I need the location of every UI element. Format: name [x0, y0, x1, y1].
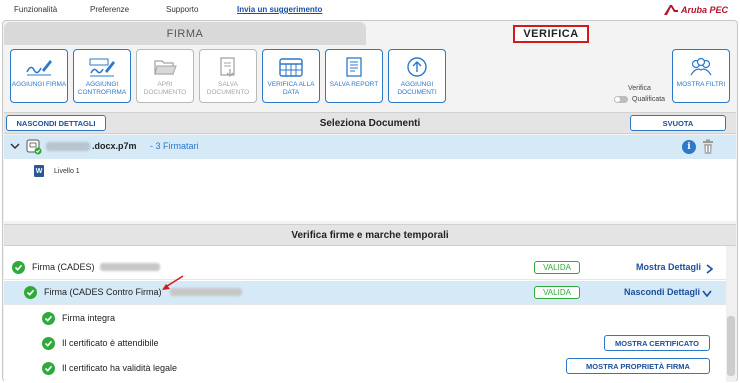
- verify-at-date-label: VERIFICA ALLA DATA: [267, 81, 315, 96]
- tab-firma[interactable]: FIRMA: [4, 22, 366, 45]
- toolbar: AGGIUNGI FIRMA AGGIUNGI CONTROFIRMA APRI…: [4, 45, 736, 111]
- users-filter-icon: [686, 55, 716, 79]
- aruba-logo-icon: [663, 5, 678, 15]
- menu-funzionalita[interactable]: Funzionalità: [14, 5, 57, 14]
- redacted-signer: [100, 263, 160, 271]
- show-signature-properties-button[interactable]: MOSTRA PROPRIETÀ FIRMA: [566, 358, 710, 374]
- level-label: Livello 1: [54, 167, 80, 175]
- signature-type-label: Firma (CADES): [32, 262, 95, 272]
- empty-button[interactable]: SVUOTA: [630, 115, 726, 131]
- chevron-right-icon[interactable]: [706, 264, 713, 274]
- add-signature-button[interactable]: AGGIUNGI FIRMA: [10, 49, 68, 103]
- chevron-down-icon[interactable]: [702, 290, 712, 297]
- menu-bar: Funzionalità Preferenze Supporto Invia u…: [0, 0, 740, 20]
- check-icon: [42, 312, 55, 325]
- check-label: Il certificato è attendibile: [62, 338, 159, 348]
- document-row[interactable]: .docx.p7m - 3 Firmatari i: [4, 135, 736, 159]
- add-signature-label: AGGIUNGI FIRMA: [11, 81, 67, 88]
- info-icon[interactable]: i: [682, 140, 696, 154]
- verifica-toggle[interactable]: Verifica Qualificata: [614, 85, 674, 107]
- check-label: Il certificato ha validità legale: [62, 363, 178, 373]
- verifica-switch[interactable]: [614, 96, 628, 103]
- select-documents-bar: Seleziona Documenti NASCONDI DETTAGLI SV…: [4, 112, 736, 134]
- hide-details-link[interactable]: Nascondi Dettagli: [624, 287, 700, 297]
- level-item[interactable]: W Livello 1: [34, 165, 80, 177]
- check-row-legal-validity: Il certificato ha validità legale MOSTRA…: [4, 357, 726, 381]
- verify-results: Firma (CADES) VALIDA Mostra Dettagli Fir…: [4, 246, 736, 382]
- menu-supporto[interactable]: Supporto: [166, 5, 198, 14]
- verifica-toggle-value: Qualificata: [632, 96, 666, 103]
- show-filters-label: MOSTRA FILTRI: [676, 81, 726, 88]
- upload-circle-icon: [402, 55, 432, 79]
- aruba-logo: Aruba PEC: [663, 3, 728, 17]
- save-report-label: SALVA REPORT: [329, 81, 379, 88]
- tab-firma-label: FIRMA: [166, 27, 204, 40]
- check-row-integrity: Firma integra: [4, 307, 726, 331]
- open-document-button[interactable]: APRI DOCUMENTO: [136, 49, 194, 103]
- add-documents-label: AGGIUNGI DOCUMENTI: [397, 81, 437, 96]
- add-countersignature-button[interactable]: AGGIUNGI CONTROFIRMA: [73, 49, 131, 103]
- check-icon: [42, 362, 55, 375]
- verify-signatures-bar: Verifica firme e marche temporali: [4, 224, 736, 246]
- check-icon: [42, 337, 55, 350]
- show-certificate-button[interactable]: MOSTRA CERTIFICATO: [604, 335, 710, 351]
- check-row-certificate-trusted: Il certificato è attendibile MOSTRA CERT…: [4, 332, 726, 356]
- save-document-icon: [213, 55, 243, 79]
- verify-at-date-button[interactable]: VERIFICA ALLA DATA: [262, 49, 320, 103]
- folder-open-icon: [150, 55, 180, 79]
- report-icon: [339, 55, 369, 79]
- save-document-button[interactable]: SALVA DOCUMENTO: [199, 49, 257, 103]
- suggestion-link[interactable]: Invia un suggerimento: [237, 5, 322, 14]
- signature-type-label: Firma (CADES Contro Firma): [44, 287, 162, 297]
- show-details-link[interactable]: Mostra Dettagli: [636, 262, 701, 272]
- add-documents-button[interactable]: AGGIUNGI DOCUMENTI: [388, 49, 446, 103]
- result-row-countersign[interactable]: Firma (CADES Contro Firma) VALIDA Nascon…: [4, 281, 726, 305]
- select-documents-title: Seleziona Documenti: [319, 118, 421, 129]
- valid-badge: VALIDA: [534, 286, 580, 299]
- calendar-icon: [276, 55, 306, 79]
- document-signers[interactable]: - 3 Firmatari: [150, 141, 199, 151]
- scrollbar-thumb[interactable]: [727, 316, 735, 376]
- check-label: Firma integra: [62, 313, 116, 323]
- add-countersignature-label: AGGIUNGI CONTROFIRMA: [77, 81, 127, 96]
- signed-file-icon: [26, 139, 42, 155]
- document-filename: .docx.p7m: [92, 141, 137, 151]
- check-icon: [24, 286, 37, 299]
- tab-verifica[interactable]: VERIFICA: [366, 22, 736, 45]
- logo-text: Aruba PEC: [680, 5, 728, 15]
- show-filters-button[interactable]: MOSTRA FILTRI: [672, 49, 730, 103]
- tab-verifica-label: VERIFICA: [513, 24, 589, 43]
- word-document-icon: W: [34, 165, 44, 177]
- redacted-signer: [170, 288, 242, 296]
- verify-signatures-title: Verifica firme e marche temporali: [291, 230, 449, 241]
- verifica-toggle-label: Verifica: [628, 85, 651, 92]
- sign-pen-icon: [24, 55, 54, 79]
- valid-badge: VALIDA: [534, 261, 580, 274]
- document-list: .docx.p7m - 3 Firmatari i W Livello 1: [4, 135, 736, 221]
- results-scrollbar[interactable]: [726, 246, 736, 382]
- check-icon: [12, 261, 25, 274]
- countersign-pen-icon: [87, 55, 117, 79]
- redacted-filename: [46, 142, 90, 151]
- trash-icon[interactable]: [702, 139, 714, 155]
- hide-details-button[interactable]: NASCONDI DETTAGLI: [6, 115, 106, 131]
- open-document-label: APRI DOCUMENTO: [143, 81, 187, 96]
- save-report-button[interactable]: SALVA REPORT: [325, 49, 383, 103]
- result-row-cades[interactable]: Firma (CADES) VALIDA Mostra Dettagli: [4, 256, 726, 280]
- chevron-down-icon[interactable]: [10, 141, 20, 151]
- menu-preferenze[interactable]: Preferenze: [90, 5, 129, 14]
- save-document-label: SALVA DOCUMENTO: [206, 81, 250, 96]
